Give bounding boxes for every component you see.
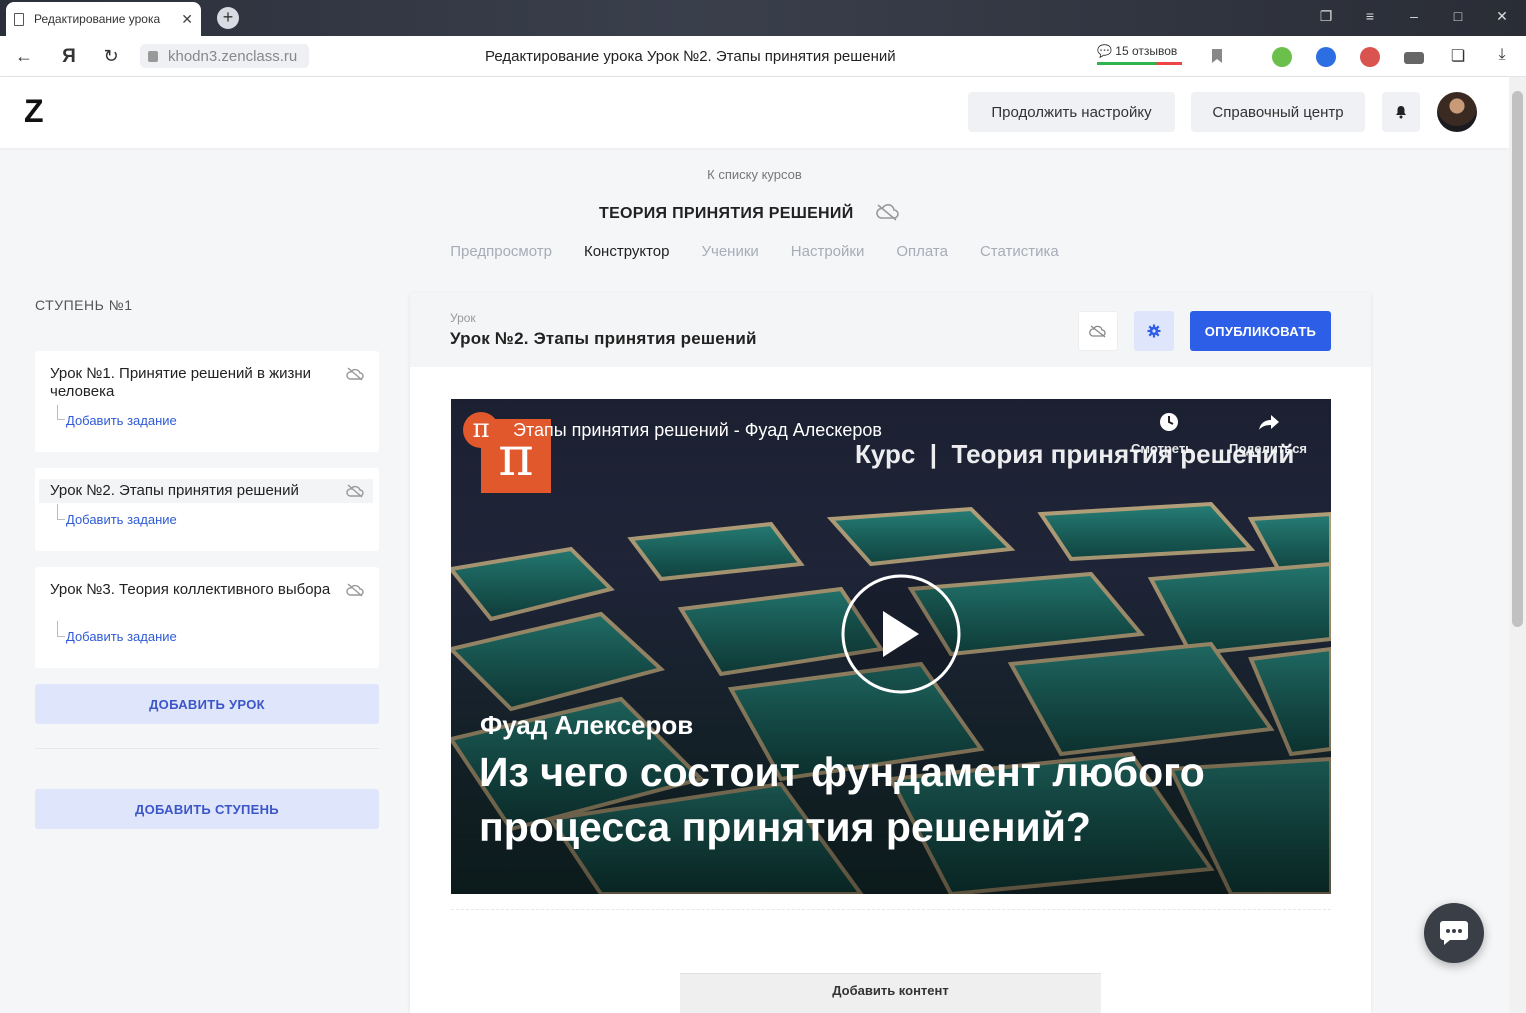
page-scrollbar[interactable]: [1509, 77, 1526, 1013]
reload-icon[interactable]: ↻: [100, 46, 122, 67]
maximize-icon[interactable]: □: [1448, 8, 1468, 24]
lesson-title-heading[interactable]: Урок №2. Этапы принятия решений: [450, 329, 757, 349]
tree-connector: [57, 504, 65, 520]
add-stage-button[interactable]: ДОБАВИТЬ СТУПЕНЬ: [35, 789, 379, 829]
lesson-title[interactable]: Урок №1. Принятие решений в жизни челове…: [50, 365, 340, 401]
course-tabs: Предпросмотр Конструктор Ученики Настрой…: [0, 243, 1509, 260]
lock-icon: [148, 50, 158, 62]
cloud-off-icon[interactable]: [345, 583, 365, 597]
tab-manager-icon[interactable]: ❐: [1316, 8, 1336, 25]
video-headline-line1: Из чего состоит фундамент любого: [479, 749, 1205, 795]
reviews-rating-bar: [1097, 62, 1182, 65]
publish-button[interactable]: ОПУБЛИКОВАТЬ: [1190, 311, 1331, 351]
help-center-button[interactable]: Справочный центр: [1191, 92, 1365, 132]
app-header: Z Продолжить настройку Справочный центр: [0, 77, 1509, 148]
url-text: khodn3.zenclass.ru: [168, 47, 298, 65]
cloud-off-icon[interactable]: [345, 367, 365, 381]
back-arrow-icon[interactable]: ←: [13, 46, 35, 67]
logo[interactable]: Z: [24, 93, 44, 130]
comment-icon: 💬: [1097, 44, 1112, 58]
close-window-icon[interactable]: ✕: [1492, 8, 1512, 25]
minimize-icon[interactable]: –: [1404, 8, 1424, 24]
extension-red-icon[interactable]: [1360, 47, 1380, 67]
yandex-icon[interactable]: Я: [58, 46, 80, 68]
lesson-title[interactable]: Урок №3. Теория коллективного выбора: [50, 581, 340, 599]
video-title[interactable]: Этапы принятия решений - Фуад Алескеров: [513, 420, 882, 441]
download-icon[interactable]: ⤓: [1491, 46, 1513, 64]
document-icon: [14, 12, 24, 26]
back-to-courses-link[interactable]: К списку курсов: [0, 167, 1509, 182]
browser-tab[interactable]: Редактирование урока ✕: [6, 2, 201, 36]
tree-connector: [57, 405, 65, 420]
tab-constructor[interactable]: Конструктор: [584, 243, 670, 260]
lesson-item-active[interactable]: Урок №2. Этапы принятия решений Добавить…: [35, 468, 379, 551]
editor-header: Урок Урок №2. Этапы принятия решений ОПУ…: [410, 293, 1371, 367]
continue-setup-button[interactable]: Продолжить настройку: [968, 92, 1175, 132]
course-title: ТЕОРИЯ ПРИНЯТИЯ РЕШЕНИЙ: [599, 203, 900, 223]
speaker-name: Фуад Алексеров: [480, 710, 694, 740]
browser-tab-title: Редактирование урока: [34, 12, 161, 26]
course-caption: Курс | Теория принятия решений: [855, 439, 1295, 469]
cloud-off-icon: [1089, 324, 1106, 338]
tab-students[interactable]: Ученики: [702, 243, 759, 260]
tree-connector: [57, 621, 65, 637]
bookmark-icon[interactable]: [1211, 48, 1223, 64]
sidebar-divider: [35, 748, 379, 749]
stage-title: СТУПЕНЬ №1: [35, 297, 133, 313]
url-field[interactable]: khodn3.zenclass.ru: [140, 44, 309, 68]
video-headline-line2: процесса принятия решений?: [479, 804, 1091, 850]
menu-icon[interactable]: ≡: [1360, 8, 1380, 24]
reviews-badge[interactable]: 💬 15 отзывов: [1097, 44, 1182, 65]
content-separator: [451, 909, 1331, 910]
tab-statistics[interactable]: Статистика: [980, 243, 1059, 260]
chat-button[interactable]: [1424, 903, 1484, 963]
close-tab-icon[interactable]: ✕: [181, 11, 193, 28]
add-task-link[interactable]: Добавить задание: [66, 629, 177, 644]
address-bar: ← Я ↻ khodn3.zenclass.ru Редактирование …: [0, 36, 1526, 77]
tab-payment[interactable]: Оплата: [896, 243, 948, 260]
extension-green-icon[interactable]: [1272, 47, 1292, 67]
tab-preview[interactable]: Предпросмотр: [450, 243, 552, 260]
gear-icon: [1147, 324, 1161, 338]
bell-icon: [1396, 106, 1406, 119]
reviews-text: 15 отзывов: [1115, 44, 1178, 58]
chat-bubble-icon: [1440, 921, 1468, 945]
share-icon[interactable]: [1258, 413, 1280, 431]
cloud-off-icon[interactable]: [874, 203, 900, 221]
channel-avatar[interactable]: π: [463, 412, 499, 448]
page-title: Редактирование урока Урок №2. Этапы прин…: [485, 48, 896, 65]
cloud-off-icon[interactable]: [345, 484, 365, 498]
new-tab-button[interactable]: +: [217, 7, 239, 29]
video-player[interactable]: π π Этапы принятия решений - Фуад Алеске…: [451, 399, 1331, 894]
add-content-button[interactable]: Добавить контент: [680, 973, 1101, 1013]
course-title-text: ТЕОРИЯ ПРИНЯТИЯ РЕШЕНИЙ: [599, 205, 854, 222]
lesson-title[interactable]: Урок №2. Этапы принятия решений: [50, 482, 340, 500]
scrollbar-thumb[interactable]: [1512, 91, 1523, 627]
settings-button[interactable]: [1134, 311, 1174, 351]
add-task-link[interactable]: Добавить задание: [66, 512, 177, 527]
lesson-label: Урок: [450, 311, 476, 325]
lesson-item[interactable]: Урок №3. Теория коллективного выбора Доб…: [35, 567, 379, 668]
lesson-item[interactable]: Урок №1. Принятие решений в жизни челове…: [35, 351, 379, 452]
add-task-link[interactable]: Добавить задание: [66, 413, 177, 428]
lesson-editor-card: Урок Урок №2. Этапы принятия решений ОПУ…: [410, 293, 1371, 1013]
browser-tab-bar: Редактирование урока ✕ + ❐ ≡ – □ ✕: [0, 0, 1526, 36]
visibility-button[interactable]: [1078, 311, 1118, 351]
collections-icon[interactable]: ❏: [1447, 46, 1469, 66]
extension-gray-icon[interactable]: [1404, 52, 1424, 64]
clock-icon[interactable]: [1159, 412, 1179, 432]
add-lesson-button[interactable]: ДОБАВИТЬ УРОК: [35, 684, 379, 724]
avatar[interactable]: [1437, 92, 1477, 132]
extension-blue-icon[interactable]: [1316, 47, 1336, 67]
notifications-button[interactable]: [1382, 92, 1420, 132]
tab-settings[interactable]: Настройки: [791, 243, 865, 260]
